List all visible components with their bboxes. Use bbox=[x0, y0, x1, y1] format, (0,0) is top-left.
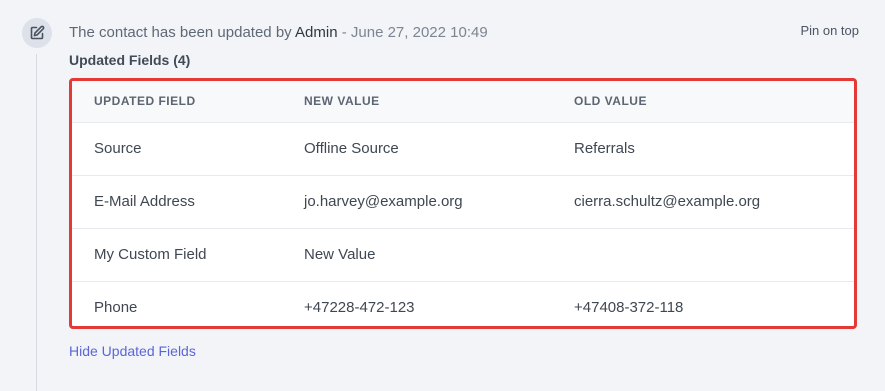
old-value-cell: Referrals bbox=[574, 122, 854, 176]
table-row: My Custom Field New Value bbox=[72, 228, 854, 282]
updated-fields-table: UPDATED FIELD NEW VALUE OLD VALUE Source… bbox=[72, 81, 854, 326]
new-value-cell: +47228-472-123 bbox=[304, 299, 415, 317]
updated-fields-table-container: UPDATED FIELD NEW VALUE OLD VALUE Source… bbox=[69, 78, 857, 329]
column-header-updated-field: UPDATED FIELD bbox=[72, 81, 304, 123]
table-row: Phone +47228-472-123 +47408-372-118 bbox=[72, 281, 854, 326]
activity-message: The contact has been updated by bbox=[69, 24, 296, 41]
timeline-line bbox=[36, 54, 37, 391]
column-header-old-value: OLD VALUE bbox=[574, 81, 854, 123]
updated-fields-title: Updated Fields (4) bbox=[69, 52, 191, 68]
field-name-cell: Source bbox=[72, 122, 304, 176]
activity-author: Admin bbox=[295, 24, 338, 41]
column-header-new-value: NEW VALUE bbox=[304, 81, 574, 123]
table-row: Source Offline Source Referrals bbox=[72, 122, 854, 176]
new-value-cell: Offline Source bbox=[304, 122, 574, 176]
old-value-cell: cierra.schultz@example.org bbox=[574, 175, 854, 229]
activity-icon-badge bbox=[22, 18, 52, 48]
activity-date-separator: - bbox=[337, 24, 351, 41]
old-value-cell bbox=[574, 228, 854, 282]
table-header-row: UPDATED FIELD NEW VALUE OLD VALUE bbox=[72, 81, 854, 123]
activity-date: June 27, 2022 10:49 bbox=[350, 24, 488, 41]
field-name-cell: E-Mail Address bbox=[72, 175, 304, 229]
hide-updated-fields-link[interactable]: Hide Updated Fields bbox=[69, 343, 196, 360]
table-row: E-Mail Address jo.harvey@example.org cie… bbox=[72, 175, 854, 229]
old-value-cell: +47408-372-118 bbox=[574, 299, 684, 317]
field-name-cell: My Custom Field bbox=[72, 228, 304, 282]
edit-icon bbox=[29, 25, 45, 41]
new-value-cell: jo.harvey@example.org bbox=[304, 175, 574, 229]
new-value-cell: New Value bbox=[304, 228, 574, 282]
pin-on-top-link[interactable]: Pin on top bbox=[800, 23, 859, 39]
field-name-cell: Phone bbox=[94, 299, 138, 317]
activity-header: The contact has been updated by Admin - … bbox=[69, 24, 488, 42]
